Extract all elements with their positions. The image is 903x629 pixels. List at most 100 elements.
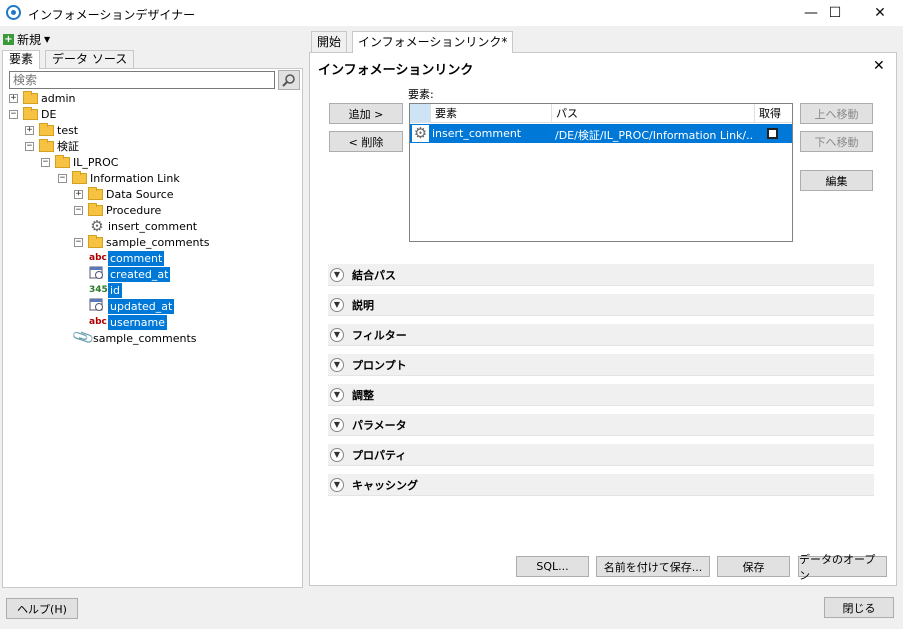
section-join-path[interactable]: ▼ 結合パス xyxy=(328,264,874,286)
row-path: /DE/検証/IL_PROC/Information Link/... xyxy=(555,129,753,142)
folder-icon xyxy=(23,90,38,104)
section-label: 説明 xyxy=(352,298,374,312)
edit-button[interactable]: 編集 xyxy=(800,170,873,191)
tree-node-updated-at[interactable]: updated_at xyxy=(9,298,210,314)
close-window-button[interactable]: ✕ xyxy=(857,0,903,26)
folder-icon xyxy=(39,138,54,152)
elements-table[interactable]: 要素 パス 取得 ⚙ insert_comment /DE/検証/IL_PROC… xyxy=(409,103,793,242)
tree-node-insert-comment[interactable]: ⚙ insert_comment xyxy=(9,218,210,234)
tree-label: sample_comments xyxy=(93,331,197,345)
tree-node-admin[interactable]: + admin xyxy=(9,90,210,106)
collapse-icon[interactable]: − xyxy=(9,109,18,119)
column-header-retrieve[interactable]: 取得 xyxy=(755,104,792,123)
collapse-icon[interactable]: − xyxy=(41,157,50,167)
chevron-down-icon: ▼ xyxy=(330,447,344,462)
tree-label: test xyxy=(57,123,79,137)
tree-node-username[interactable]: abc username xyxy=(9,314,210,330)
retrieve-checkbox[interactable] xyxy=(767,128,778,139)
search-input[interactable] xyxy=(9,71,275,89)
section-description[interactable]: ▼ 説明 xyxy=(328,294,874,316)
section-properties[interactable]: ▼ プロパティ xyxy=(328,444,874,466)
section-label: 結合パス xyxy=(352,268,396,282)
section-parameters[interactable]: ▼ パラメータ xyxy=(328,414,874,436)
tree-node-sample-comments[interactable]: − sample_comments xyxy=(9,234,210,250)
remove-button[interactable]: < 削除 xyxy=(329,131,403,152)
expand-icon[interactable]: + xyxy=(74,189,83,199)
section-label: キャッシング xyxy=(352,478,418,492)
expand-icon[interactable]: + xyxy=(25,125,34,135)
section-prompt[interactable]: ▼ プロンプト xyxy=(328,354,874,376)
move-up-button[interactable]: 上へ移動 xyxy=(800,103,873,124)
new-label: 新規 xyxy=(17,33,42,47)
column-header-element[interactable]: 要素 xyxy=(431,104,552,123)
tab-information-link[interactable]: インフォメーションリンク* xyxy=(352,31,514,53)
string-type-icon: abc xyxy=(89,253,107,263)
save-button[interactable]: 保存 xyxy=(717,556,790,577)
folder-icon xyxy=(23,106,38,120)
chevron-down-icon: ▼ xyxy=(330,357,344,372)
tree-label: admin xyxy=(41,91,76,105)
tree-node-de[interactable]: − DE xyxy=(9,106,210,122)
tree-node-information-link[interactable]: − Information Link xyxy=(9,170,210,186)
tree-label: Information Link xyxy=(90,171,180,185)
open-data-button[interactable]: データのオープン xyxy=(798,553,887,582)
tree-node-test[interactable]: + test xyxy=(9,122,210,138)
integer-type-icon: 345 xyxy=(89,285,108,295)
column-header-path[interactable]: パス xyxy=(552,104,755,123)
expand-icon[interactable]: + xyxy=(9,93,18,103)
tree-label: updated_at xyxy=(108,298,175,314)
folder-icon xyxy=(55,154,70,168)
close-icon[interactable]: ✕ xyxy=(873,58,885,74)
select-all-cell[interactable] xyxy=(410,104,431,123)
app-icon xyxy=(6,5,21,20)
tree-node-id[interactable]: 345 id xyxy=(9,282,210,298)
close-button[interactable]: 閉じる xyxy=(824,597,894,618)
collapse-icon[interactable]: − xyxy=(74,237,83,247)
section-label: フィルター xyxy=(352,328,407,342)
tree-node-procedure[interactable]: − Procedure xyxy=(9,202,210,218)
new-button[interactable]: + 新規 ▼ xyxy=(3,31,50,48)
collapse-icon[interactable]: − xyxy=(74,205,83,215)
collapse-icon[interactable]: − xyxy=(25,141,34,151)
section-filter[interactable]: ▼ フィルター xyxy=(328,324,874,346)
tree-node-created-at[interactable]: created_at xyxy=(9,266,210,282)
sql-button[interactable]: SQL... xyxy=(516,556,589,577)
row-element: insert_comment xyxy=(432,127,522,140)
tree-label: 検証 xyxy=(57,140,79,153)
tree-label: comment xyxy=(108,250,165,266)
move-down-button[interactable]: 下へ移動 xyxy=(800,131,873,152)
help-button[interactable]: ヘルプ(H) xyxy=(6,598,78,619)
elements-label: 要素: xyxy=(408,88,434,101)
tab-data-source[interactable]: データ ソース xyxy=(45,50,135,68)
section-caching[interactable]: ▼ キャッシング xyxy=(328,474,874,496)
tree-node-kensho[interactable]: − 検証 xyxy=(9,138,210,154)
tree-label: DE xyxy=(41,107,57,121)
tree-node-data-source[interactable]: + Data Source xyxy=(9,186,210,202)
tree-node-il-proc[interactable]: − IL_PROC xyxy=(9,154,210,170)
chevron-down-icon: ▼ xyxy=(330,417,344,432)
tree-node-sample-comments-link[interactable]: 📎 sample_comments xyxy=(9,325,210,350)
section-label: プロパティ xyxy=(352,448,407,462)
tab-elements[interactable]: 要素 xyxy=(2,50,41,69)
folder-icon xyxy=(39,122,54,136)
maximize-button[interactable]: ☐ xyxy=(812,0,858,26)
table-row[interactable]: ⚙ insert_comment /DE/検証/IL_PROC/Informat… xyxy=(410,124,792,143)
tree-label: insert_comment xyxy=(108,219,198,233)
string-type-icon: abc xyxy=(89,317,107,327)
section-conditioning[interactable]: ▼ 調整 xyxy=(328,384,874,406)
tree-label: username xyxy=(108,314,167,330)
add-icon: + xyxy=(3,34,14,45)
folder-icon xyxy=(88,202,103,216)
tree-label: Data Source xyxy=(106,187,174,201)
tree-node-comment[interactable]: abc comment xyxy=(9,250,210,266)
datetime-type-icon xyxy=(89,266,107,283)
search-button[interactable] xyxy=(278,70,300,90)
collapse-icon[interactable]: − xyxy=(58,173,67,183)
save-as-button[interactable]: 名前を付けて保存... xyxy=(596,556,710,577)
folder-icon xyxy=(88,234,103,248)
chevron-down-icon: ▼ xyxy=(330,327,344,342)
add-button[interactable]: 追加 > xyxy=(329,103,403,124)
chevron-down-icon: ▼ xyxy=(330,267,344,282)
tab-start[interactable]: 開始 xyxy=(311,31,348,52)
section-label: 調整 xyxy=(352,388,374,402)
